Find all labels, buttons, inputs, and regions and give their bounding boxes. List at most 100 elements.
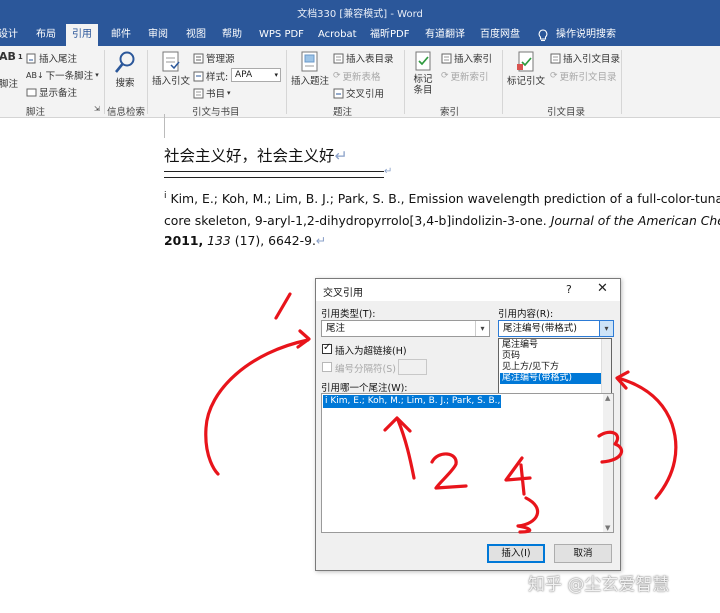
tab-youdao[interactable]: 有道翻译 [425,24,465,46]
style-label-wrap: 样式: [193,69,228,83]
endnote-line-3[interactable]: 2011, 133 (17), 6642-9.↵ [164,233,326,248]
title-bar: 文档330 [兼容模式] - Word [0,0,720,24]
show-notes-label: 显示备注 [39,88,78,99]
watermark: 知乎 @尘玄爱智慧 [528,575,670,595]
insert-table-of-figures-button[interactable]: 插入表目录 [333,51,394,65]
insert-citation-icon [162,51,180,72]
reference-content-value: 尾注编号(带格式) [503,323,577,334]
manage-sources-label: 管理源 [206,54,235,65]
insert-index-button[interactable]: 插入索引 [441,51,492,65]
update-toa-label: 更新引文目录 [559,72,617,83]
tab-layout[interactable]: 布局 [36,24,56,46]
chevron-down-icon: ▾ [95,71,99,79]
tab-baidu-netdisk[interactable]: 百度网盘 [480,24,520,46]
separator-label: 编号分隔符(S) [335,364,396,375]
reference-content-select[interactable]: 尾注编号(带格式) ▾ [498,320,614,337]
tab-review[interactable]: 审阅 [148,24,168,46]
reference-type-select[interactable]: 尾注 ▾ [321,320,490,337]
dropdown-option-above-below[interactable]: 见上方/见下方 [500,362,602,373]
refresh-icon: ⟳ [550,71,558,81]
insert-hyperlink-checkbox[interactable] [322,342,332,354]
insert-caption-button[interactable]: 插入题注 [290,50,330,87]
footnote-label-left[interactable]: 脚注 [0,76,18,90]
endnote-volume: 133 [207,233,231,248]
dropdown-option-endnote-number-formatted[interactable]: 尾注编号(带格式) [500,373,602,384]
group-label-citations: 引文与书目 [192,107,240,118]
paragraph-mark: ↵ [384,166,393,177]
endnote-list[interactable]: i Kim, E.; Koh, M.; Lim, B. J.; Park, S.… [321,393,614,533]
chevron-down-icon: ▾ [475,321,489,336]
refresh-icon: ⟳ [441,71,449,81]
mark-citation-icon [517,51,534,72]
insert-citation-button[interactable]: 插入引文 [152,50,190,87]
reference-content-label: 引用内容(R): [498,309,554,320]
update-index-button[interactable]: ⟳ 更新索引 [441,69,489,83]
refresh-icon: ⟳ [333,71,341,81]
group-divider [502,50,503,114]
citation-style-select[interactable]: APA ▾ [231,68,281,82]
tab-mailings[interactable]: 邮件 [111,24,131,46]
insert-index-icon [441,53,452,63]
dialog-launcher-icon[interactable]: ⇲ [94,105,100,113]
cross-reference-button[interactable]: 交叉引用 [333,86,384,100]
separator-checkbox[interactable] [322,362,332,372]
dialog-title: 交叉引用 [323,288,363,299]
endnote-line-2[interactable]: core skeleton, 9-aryl-1,2-dihydropyrrolo… [164,213,720,228]
document-heading[interactable]: 社会主义好，社会主义好↵ [164,144,348,166]
endnote-separator [164,171,384,172]
dropdown-option-page-number[interactable]: 页码 [500,351,602,362]
separator-input[interactable] [398,359,427,375]
update-toa-button[interactable]: ⟳ 更新引文目录 [550,69,617,83]
insert-footnote-icon[interactable]: AB 1 [0,50,23,63]
help-icon[interactable]: ? [566,283,572,296]
endnote-line-1[interactable]: i Kim, E.; Koh, M.; Lim, B. J.; Park, S.… [164,191,720,206]
insert-endnote-button[interactable]: 插入尾注 [26,51,77,65]
chevron-up-icon: ▲ [605,394,611,402]
dropdown-option-endnote-number[interactable]: 尾注编号 [500,340,602,351]
tab-acrobat[interactable]: Acrobat [318,24,357,46]
paragraph-mark: ↵ [334,147,348,165]
insert-toa-label: 插入引文目录 [563,54,621,65]
insert-index-label: 插入索引 [454,54,493,65]
manage-sources-button[interactable]: 管理源 [193,51,235,65]
insert-caption-icon [301,51,318,72]
update-index-label: 更新索引 [450,72,489,83]
ribbon-tabs: 设计 布局 引用 邮件 审阅 视图 帮助 WPS PDF Acrobat 福昕P… [0,24,720,46]
insert-toa-button[interactable]: 插入引文目录 [550,51,620,65]
chevron-down-icon: ▼ [605,524,611,532]
tell-me-search[interactable]: 操作说明搜索 [556,24,616,46]
table-of-figures-icon [333,53,344,63]
cross-reference-icon [333,88,344,98]
endnote-issue-pages: (17), 6642-9. [234,233,316,248]
insert-caption-label: 插入题注 [290,76,329,87]
tab-foxit-pdf[interactable]: 福昕PDF [370,24,409,46]
mark-citation-label: 标记引文 [506,76,545,87]
tab-help[interactable]: 帮助 [222,24,242,46]
tab-references[interactable]: 引用 [66,24,98,46]
mark-entry-button[interactable]: 标记 条目 [408,50,438,96]
group-divider [404,50,405,114]
style-label: 样式: [206,72,229,83]
window-title: 文档330 [兼容模式] - Word [297,9,423,20]
bibliography-button[interactable]: 书目 ▾ [193,86,231,100]
update-table-button[interactable]: ⟳ 更新表格 [333,69,381,83]
group-divider [621,50,622,114]
search-button[interactable]: 搜索 [110,50,140,89]
chevron-down-icon: ▾ [274,71,278,79]
next-footnote-button[interactable]: AB↓ 下一条脚注 ▾ [26,68,99,83]
tab-view[interactable]: 视图 [186,24,206,46]
insert-button[interactable]: 插入(I) [487,544,545,563]
mark-entry-label-1: 标记 [413,74,433,85]
endnote-journal: Journal of the American Che [550,213,720,228]
chevron-down-icon: ▾ [227,89,231,97]
mark-citation-button[interactable]: 标记引文 [505,50,547,87]
endnote-list-item[interactable]: i Kim, E.; Koh, M.; Lim, B. J.; Park, S.… [323,395,501,408]
close-icon[interactable]: ✕ [597,281,608,296]
cancel-button[interactable]: 取消 [554,544,612,563]
tab-design[interactable]: 设计 [0,24,18,46]
tab-wps-pdf[interactable]: WPS PDF [259,24,304,46]
show-notes-button[interactable]: 显示备注 [26,85,77,99]
list-scrollbar[interactable]: ▲ ▼ [603,394,613,532]
lightbulb-icon [538,29,548,42]
dialog-titlebar[interactable]: 交叉引用 ? ✕ [316,279,620,301]
